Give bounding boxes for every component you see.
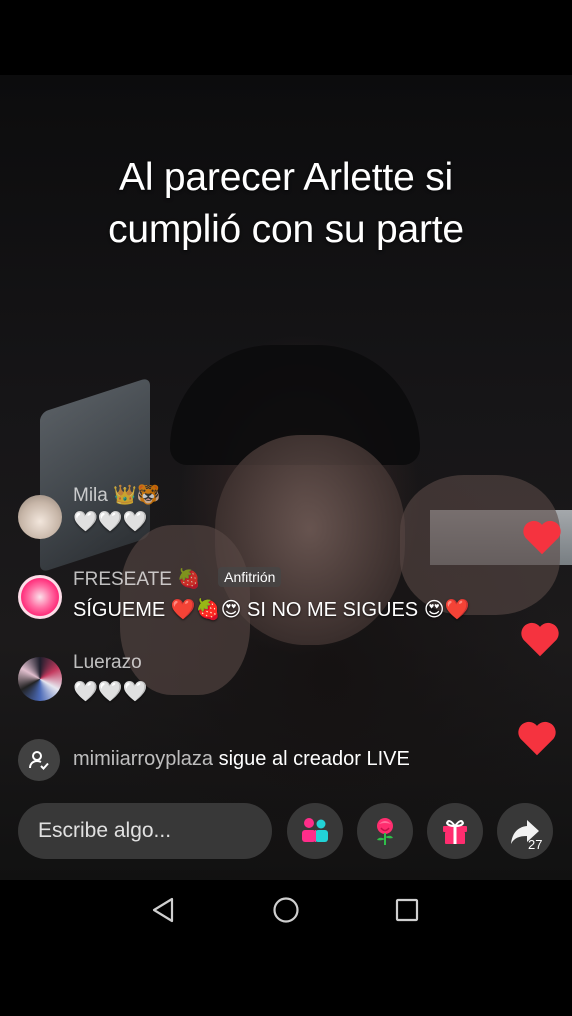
donut-avatar-icon[interactable]: [18, 575, 62, 619]
follow-username[interactable]: mimiiarroyplaza: [73, 748, 213, 770]
home-icon[interactable]: [272, 896, 300, 924]
comment-text: SÍGUEME ❤️🍓😍 SI NO ME SIGUES 😍❤️: [73, 599, 470, 621]
rose-gift-icon: [377, 818, 393, 845]
gift-button[interactable]: [427, 803, 483, 859]
host-badge: Anfitrión: [218, 567, 282, 587]
gift-icon: [443, 820, 467, 844]
caption-line-2: cumplió con su parte: [108, 208, 464, 251]
guests-icon: [302, 818, 328, 842]
comment-username[interactable]: Mila 👑🐯: [73, 483, 160, 507]
comment-username[interactable]: FRESEATE 🍓 Anfitrión: [73, 567, 282, 591]
username-text: Mila: [73, 485, 108, 506]
heart-icon: [521, 622, 559, 657]
caption-line-1: Al parecer Arlette si: [119, 156, 453, 199]
comment-text: 🤍🤍🤍: [73, 681, 148, 703]
guests-button[interactable]: [287, 803, 343, 859]
user-badge: 👑🐯: [113, 485, 161, 506]
username-text: FRESEATE 🍓: [73, 569, 201, 590]
comment-input[interactable]: Escribe algo...: [18, 803, 272, 859]
recent-apps-icon[interactable]: [394, 896, 420, 924]
follow-message: sigue al creador LIVE: [213, 748, 410, 770]
heart-icon: [518, 721, 556, 756]
heart-icon: [523, 520, 561, 555]
user-avatar-icon[interactable]: [18, 495, 62, 539]
share-button[interactable]: [497, 803, 553, 859]
rose-gift-button[interactable]: [357, 803, 413, 859]
car-window-left: [40, 377, 150, 573]
user-avatar-icon[interactable]: [18, 657, 62, 701]
video-caption: Al parecer Arlette si cumplió con su par…: [0, 152, 572, 256]
comment-text: 🤍🤍🤍: [73, 511, 148, 533]
comment-username[interactable]: Luerazo: [73, 652, 142, 674]
follow-notice-text: mimiiarroyplaza sigue al creador LIVE: [73, 748, 410, 771]
comment-input-placeholder: Escribe algo...: [38, 819, 172, 842]
system-navigation-bar: [0, 880, 572, 940]
share-count: 27: [528, 837, 543, 852]
user-check-icon: [18, 739, 60, 781]
back-icon[interactable]: [150, 896, 176, 924]
